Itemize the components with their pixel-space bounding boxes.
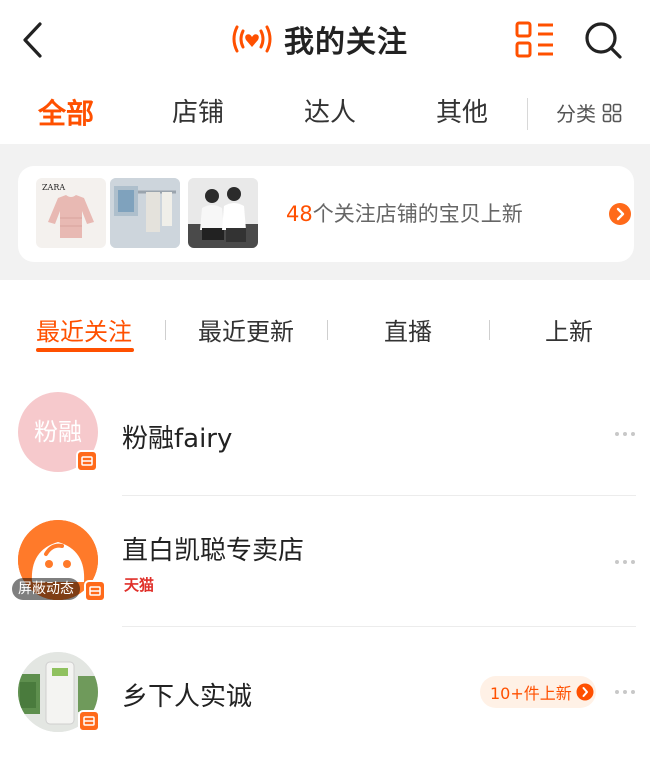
tab-divider [527,98,528,130]
category-grid-icon [602,103,622,122]
tab-others[interactable]: 其他 [436,92,488,129]
more-dots-icon[interactable] [614,558,636,566]
store-badge-icon [84,580,106,602]
arrow-right-circle-icon [609,203,631,225]
subtab-separator [327,320,328,340]
subtab-active-indicator [36,348,134,352]
category-label: 分类 [556,102,596,126]
subtab-recent-follow[interactable]: 最近关注 [36,312,132,347]
back-button[interactable] [20,18,60,62]
tab-stores[interactable]: 店铺 [172,92,224,129]
promo-text: 48个关注店铺的宝贝上新 [286,198,523,228]
more-dots-icon[interactable] [614,430,636,438]
search-icon [585,22,622,59]
live-heart-icon [232,25,272,53]
layout-switch-button[interactable] [514,20,556,60]
row-name: 乡下人实诚 [122,682,253,712]
sort-tabs: 最近关注 最近更新 直播 上新 [0,300,650,360]
thumb-couple [188,178,258,248]
row-divider [122,626,636,627]
subtab-recent-update[interactable]: 最近更新 [198,312,294,347]
list-item[interactable]: 直白凯聪专卖店 天猫 [0,496,650,627]
back-arrow-icon [23,22,42,58]
more-dots-icon[interactable] [614,688,636,696]
row-name: 粉融fairy [122,424,233,454]
page-title-text: 我的关注 [284,25,408,60]
page-title: 我的关注 [230,14,408,64]
store-badge-icon [76,450,98,472]
category-button[interactable]: 分类 [556,98,622,127]
svg-text:ZARA: ZARA [42,183,65,192]
tmall-tag: 天猫 [124,576,155,594]
grid-list-icon [515,21,553,58]
subtab-separator [165,320,166,340]
row-name: 直白凯聪专卖店 [122,536,305,566]
search-button[interactable] [582,20,626,60]
top-tabs: 全部 店铺 达人 其他 分类 [0,84,650,140]
subtab-new[interactable]: 上新 [545,312,593,347]
promo-label: 个关注店铺的宝贝上新 [312,202,523,226]
new-items-banner[interactable]: ZARA 48个关注店铺的宝贝上新 [18,166,634,262]
header-bar: 我的关注 [0,0,650,78]
promo-count: 48 [286,202,313,226]
subtab-separator [489,320,490,340]
tab-all[interactable]: 全部 [38,92,94,132]
thumb-rack [110,178,180,248]
svg-text:粉融: 粉融 [34,418,82,446]
blocked-updates-tag: 屏蔽动态 [12,578,80,600]
arrow-right-circle-icon [576,683,594,701]
subtab-live[interactable]: 直播 [384,312,432,347]
store-badge-icon [78,710,100,732]
list-item[interactable]: 粉融 粉融fairy [0,376,650,496]
tab-influencers[interactable]: 达人 [304,92,356,129]
new-items-pill[interactable]: 10+件上新 [480,676,596,708]
thumb-sweater: ZARA [36,178,106,248]
new-items-label: 10+件上新 [490,684,572,703]
